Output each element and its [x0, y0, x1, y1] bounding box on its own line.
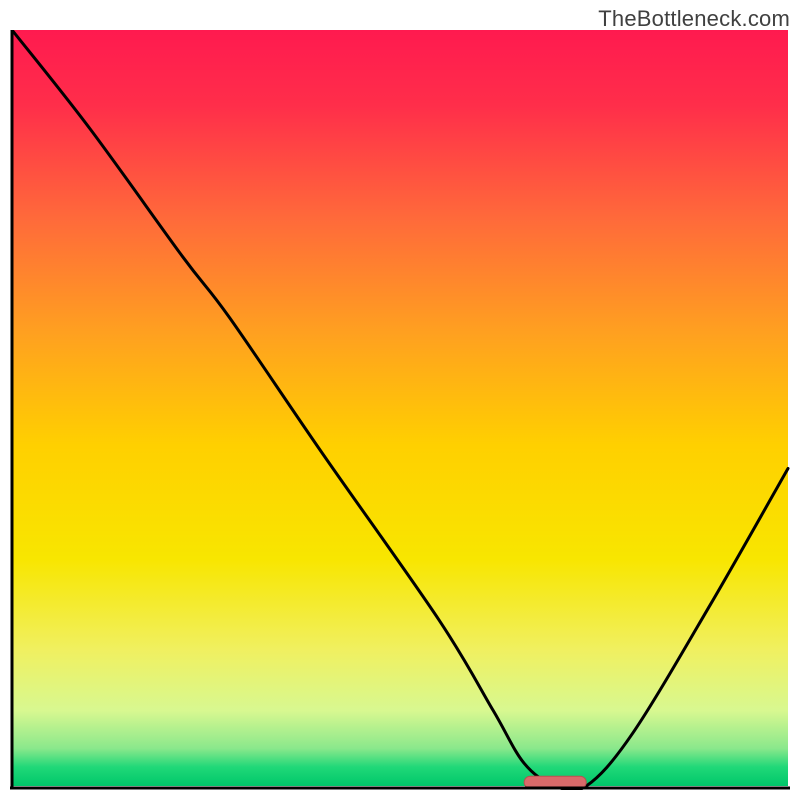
watermark-label: TheBottleneck.com [598, 6, 790, 32]
chart-canvas: TheBottleneck.com [0, 0, 800, 800]
bottleneck-plot [10, 30, 790, 790]
optimal-zone-marker [524, 776, 586, 788]
